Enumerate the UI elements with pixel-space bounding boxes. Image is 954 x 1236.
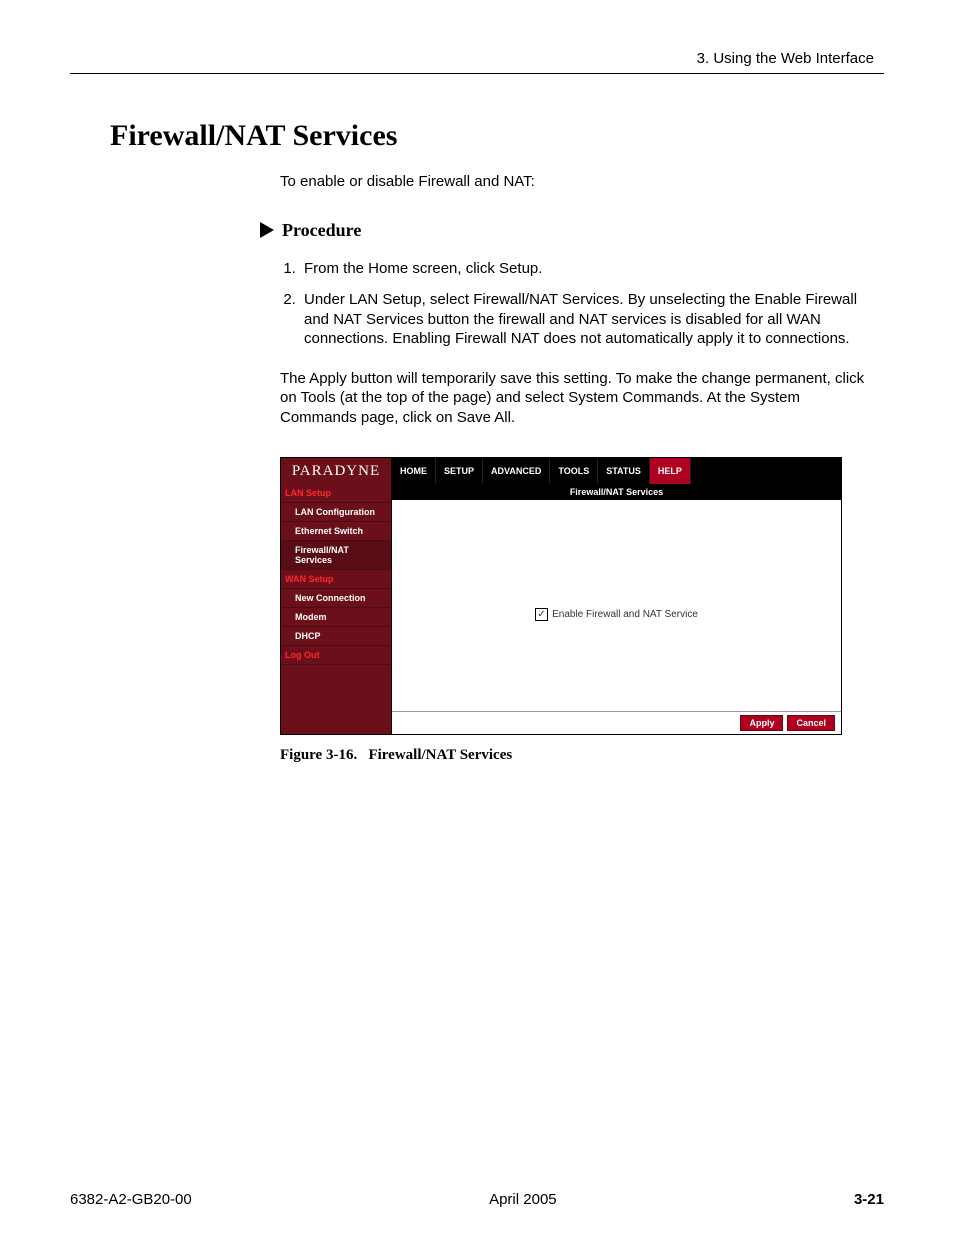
sidebar-ethernet-switch[interactable]: Ethernet Switch bbox=[281, 522, 391, 541]
footer-doc-id: 6382-A2-GB20-00 bbox=[70, 1191, 192, 1208]
enable-firewall-row: ✓ Enable Firewall and NAT Service bbox=[535, 518, 698, 711]
triangle-icon bbox=[260, 222, 274, 238]
embedded-screenshot: PARADYNE HOME SETUP ADVANCED TOOLS STATU… bbox=[280, 457, 842, 735]
header-rule bbox=[70, 73, 884, 74]
brand-logo: PARADYNE bbox=[281, 458, 392, 484]
tab-advanced[interactable]: ADVANCED bbox=[483, 458, 550, 484]
note-paragraph: The Apply button will temporarily save t… bbox=[280, 369, 874, 428]
cancel-button[interactable]: Cancel bbox=[787, 715, 835, 731]
sidebar-lan-configuration[interactable]: LAN Configuration bbox=[281, 503, 391, 522]
tab-home[interactable]: HOME bbox=[392, 458, 436, 484]
procedure-heading: Procedure bbox=[260, 220, 884, 241]
top-tabs: HOME SETUP ADVANCED TOOLS STATUS HELP bbox=[392, 458, 691, 484]
sidebar-new-connection[interactable]: New Connection bbox=[281, 589, 391, 608]
sidebar-firewall-nat[interactable]: Firewall/NAT Services bbox=[281, 541, 391, 570]
tab-help[interactable]: HELP bbox=[650, 458, 691, 484]
sidebar-modem[interactable]: Modem bbox=[281, 608, 391, 627]
footer-date: April 2005 bbox=[489, 1191, 557, 1208]
sidebar-dhcp[interactable]: DHCP bbox=[281, 627, 391, 646]
screenshot-content: Firewall/NAT Services ✓ Enable Firewall … bbox=[392, 484, 841, 734]
screenshot-sidebar: LAN Setup LAN Configuration Ethernet Swi… bbox=[281, 484, 392, 734]
pane-footer: Apply Cancel bbox=[392, 711, 841, 734]
enable-firewall-checkbox[interactable]: ✓ bbox=[535, 608, 548, 621]
tab-setup[interactable]: SETUP bbox=[436, 458, 483, 484]
figure-caption: Figure 3-16. Firewall/NAT Services bbox=[280, 747, 884, 764]
procedure-label: Procedure bbox=[282, 220, 361, 241]
sidebar-lan-setup[interactable]: LAN Setup bbox=[281, 484, 391, 503]
tab-tools[interactable]: TOOLS bbox=[550, 458, 598, 484]
sidebar-wan-setup[interactable]: WAN Setup bbox=[281, 570, 391, 589]
procedure-steps: From the Home screen, click Setup. Under… bbox=[300, 259, 874, 349]
step-2: Under LAN Setup, select Firewall/NAT Ser… bbox=[300, 290, 874, 349]
page-footer: 6382-A2-GB20-00 April 2005 3-21 bbox=[70, 1191, 884, 1208]
step-1: From the Home screen, click Setup. bbox=[300, 259, 874, 279]
caption-prefix: Figure 3-16. bbox=[280, 747, 357, 763]
sidebar-log-out[interactable]: Log Out bbox=[281, 646, 391, 665]
apply-button[interactable]: Apply bbox=[740, 715, 783, 731]
intro-paragraph: To enable or disable Firewall and NAT: bbox=[280, 173, 874, 192]
enable-firewall-label: Enable Firewall and NAT Service bbox=[552, 609, 698, 620]
caption-text: Firewall/NAT Services bbox=[368, 747, 512, 763]
page-title: Firewall/NAT Services bbox=[110, 119, 884, 153]
screenshot-topbar: PARADYNE HOME SETUP ADVANCED TOOLS STATU… bbox=[281, 458, 841, 484]
tab-status[interactable]: STATUS bbox=[598, 458, 650, 484]
running-header: 3. Using the Web Interface bbox=[70, 50, 884, 67]
pane-title: Firewall/NAT Services bbox=[392, 484, 841, 500]
footer-page-number: 3-21 bbox=[854, 1191, 884, 1208]
